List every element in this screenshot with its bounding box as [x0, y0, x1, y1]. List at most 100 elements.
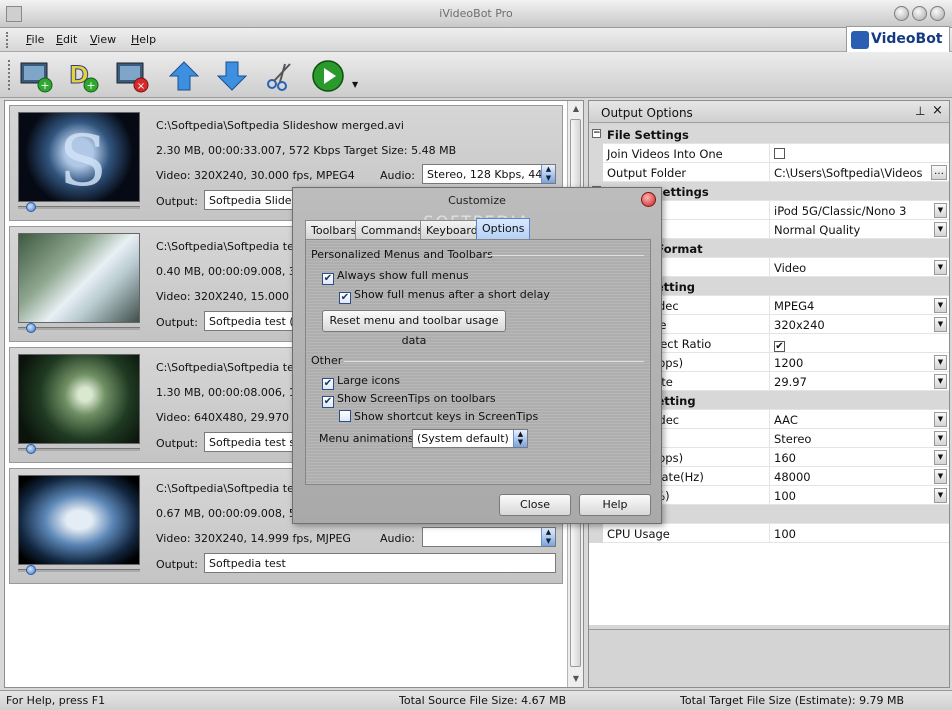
always-full-menus-checkbox[interactable]: ✔ Always show full menus — [322, 269, 469, 285]
reset-usage-button[interactable]: Reset menu and toolbar usage data — [322, 310, 506, 347]
chevron-down-icon[interactable]: ▼ — [934, 450, 947, 465]
property-value[interactable]: AAC ▼ — [769, 410, 949, 429]
audio-select[interactable]: ▲ ▼ — [422, 527, 556, 547]
chevron-down-icon[interactable]: ▼ — [934, 355, 947, 370]
checkbox-checked[interactable]: ✔ — [322, 378, 334, 390]
checkbox-checked[interactable]: ✔ — [322, 273, 334, 285]
pin-icon[interactable]: ⊥ — [915, 104, 925, 118]
property-value[interactable]: 48000 ▼ — [769, 467, 949, 486]
property-row[interactable]: CPU Usage 100 — [589, 524, 949, 543]
play-icon — [312, 60, 344, 92]
property-value[interactable]: 1200 ▼ — [769, 353, 949, 372]
collapse-icon[interactable]: − — [592, 129, 601, 138]
close-button[interactable]: Close — [499, 494, 571, 516]
property-value[interactable]: Stereo ▼ — [769, 429, 949, 448]
maximize-button[interactable] — [912, 6, 927, 21]
audio-select[interactable]: Stereo, 128 Kbps, 44100 ▲ ▼ — [422, 164, 556, 184]
row-margin — [589, 144, 603, 163]
property-value[interactable] — [769, 144, 949, 163]
property-value[interactable]: C:\Users\Softpedia\Videos… — [769, 163, 949, 182]
position-slider[interactable] — [18, 565, 140, 575]
start-convert-button[interactable] — [310, 58, 346, 94]
chevron-down-icon[interactable]: ▼ — [934, 431, 947, 446]
chevron-updown-icon[interactable]: ▲ ▼ — [513, 430, 527, 447]
menu-view[interactable]: View — [90, 33, 116, 46]
scroll-down-icon[interactable]: ▼ — [568, 671, 584, 687]
remove-video-button[interactable]: × — [114, 58, 150, 94]
checkbox-checked[interactable]: ✔ — [339, 292, 351, 304]
property-value[interactable]: 160 ▼ — [769, 448, 949, 467]
chevron-down-icon[interactable]: ▼ — [934, 203, 947, 218]
output-name-input[interactable]: Softpedia test — [204, 553, 556, 573]
move-up-button[interactable] — [166, 58, 202, 94]
menu-animations-select[interactable]: (System default) ▲ ▼ — [412, 429, 528, 448]
chevron-down-icon[interactable]: ▼ — [934, 260, 947, 275]
close-window-button[interactable] — [930, 6, 945, 21]
checkbox-unchecked[interactable] — [774, 148, 785, 159]
property-value[interactable]: Normal Quality ▼ — [769, 220, 949, 239]
property-value[interactable]: 100 ▼ — [769, 486, 949, 505]
show-screentips-checkbox[interactable]: ✔ Show ScreenTips on toolbars — [322, 392, 496, 408]
property-row[interactable]: Join Videos Into One — [589, 144, 949, 163]
property-value[interactable]: iPod 5G/Classic/Nono 3 ▼ — [769, 201, 949, 220]
chevron-updown-icon[interactable]: ▲ ▼ — [541, 528, 555, 546]
chevron-down-icon[interactable]: ▼ — [934, 317, 947, 332]
chevron-down-icon[interactable]: ▼ — [934, 222, 947, 237]
checkbox-checked[interactable]: ✔ — [322, 396, 334, 408]
menu-grip[interactable] — [6, 32, 10, 48]
chevron-down-icon[interactable]: ▼ — [934, 469, 947, 484]
tab-toolbars[interactable]: Toolbars — [305, 220, 363, 239]
output-options-header: Output Options ⊥ × — [589, 101, 949, 123]
toolbar-grip[interactable] — [8, 60, 12, 90]
convert-dropdown-icon[interactable]: ▼ — [352, 80, 358, 89]
move-down-button[interactable] — [214, 58, 250, 94]
chevron-down-icon[interactable]: ▼ — [934, 374, 947, 389]
tab-options[interactable]: Options — [476, 218, 531, 240]
position-slider[interactable] — [18, 323, 140, 333]
slider-knob[interactable] — [26, 444, 36, 454]
chevron-updown-icon[interactable]: ▲ ▼ — [541, 165, 555, 183]
tab-keyboard[interactable]: Keyboard — [420, 220, 484, 239]
large-icons-checkbox[interactable]: ✔ Large icons — [322, 374, 400, 390]
scroll-up-icon[interactable]: ▲ — [568, 101, 584, 117]
svg-text:×: × — [137, 81, 145, 92]
browse-icon[interactable]: … — [931, 165, 947, 180]
property-value[interactable]: 100 — [769, 524, 949, 543]
title-bar: iVideoBot Pro — [0, 0, 952, 28]
property-value[interactable]: MPEG4 ▼ — [769, 296, 949, 315]
full-menus-delay-checkbox[interactable]: ✔ Show full menus after a short delay — [339, 288, 550, 304]
property-value[interactable]: ✔ — [769, 334, 949, 353]
property-row[interactable]: Output Folder C:\Users\Softpedia\Videos… — [589, 163, 949, 182]
checkbox-unchecked[interactable] — [339, 410, 351, 422]
always-full-menus-label: Always show full menus — [337, 269, 469, 282]
group-divider — [486, 255, 644, 256]
slider-knob[interactable] — [26, 565, 36, 575]
help-button[interactable]: Help — [579, 494, 651, 516]
property-value[interactable]: 320x240 ▼ — [769, 315, 949, 334]
tab-commands[interactable]: Commands — [355, 220, 430, 239]
shortcut-keys-checkbox[interactable]: Show shortcut keys in ScreenTips — [339, 410, 538, 423]
menu-help[interactable]: Help — [131, 33, 156, 46]
add-video-button[interactable]: + — [18, 58, 54, 94]
property-value[interactable]: 29.97 ▼ — [769, 372, 949, 391]
chevron-down-icon[interactable]: ▼ — [934, 298, 947, 313]
property-category[interactable]: − File Settings — [589, 125, 949, 144]
add-dvd-button[interactable]: D + — [64, 58, 100, 94]
minimize-button[interactable] — [894, 6, 909, 21]
chevron-down-icon[interactable]: ▼ — [934, 488, 947, 503]
position-slider[interactable] — [18, 202, 140, 212]
slider-knob[interactable] — [26, 323, 36, 333]
checkbox-checked[interactable]: ✔ — [774, 341, 785, 352]
slider-knob[interactable] — [26, 202, 36, 212]
dialog-close-icon[interactable] — [641, 192, 656, 207]
status-bar: For Help, press F1 Total Source File Siz… — [0, 690, 952, 710]
menu-edit[interactable]: Edit — [56, 33, 77, 46]
position-slider[interactable] — [18, 444, 140, 454]
close-pane-icon[interactable]: × — [932, 103, 943, 118]
property-value[interactable]: Video ▼ — [769, 258, 949, 277]
split-button[interactable] — [262, 58, 298, 94]
menu-file[interactable]: File — [26, 33, 44, 46]
property-value-text: 1200 — [774, 356, 804, 370]
chevron-down-icon[interactable]: ▼ — [934, 412, 947, 427]
menu-bar: File Edit View Help — [0, 28, 952, 52]
